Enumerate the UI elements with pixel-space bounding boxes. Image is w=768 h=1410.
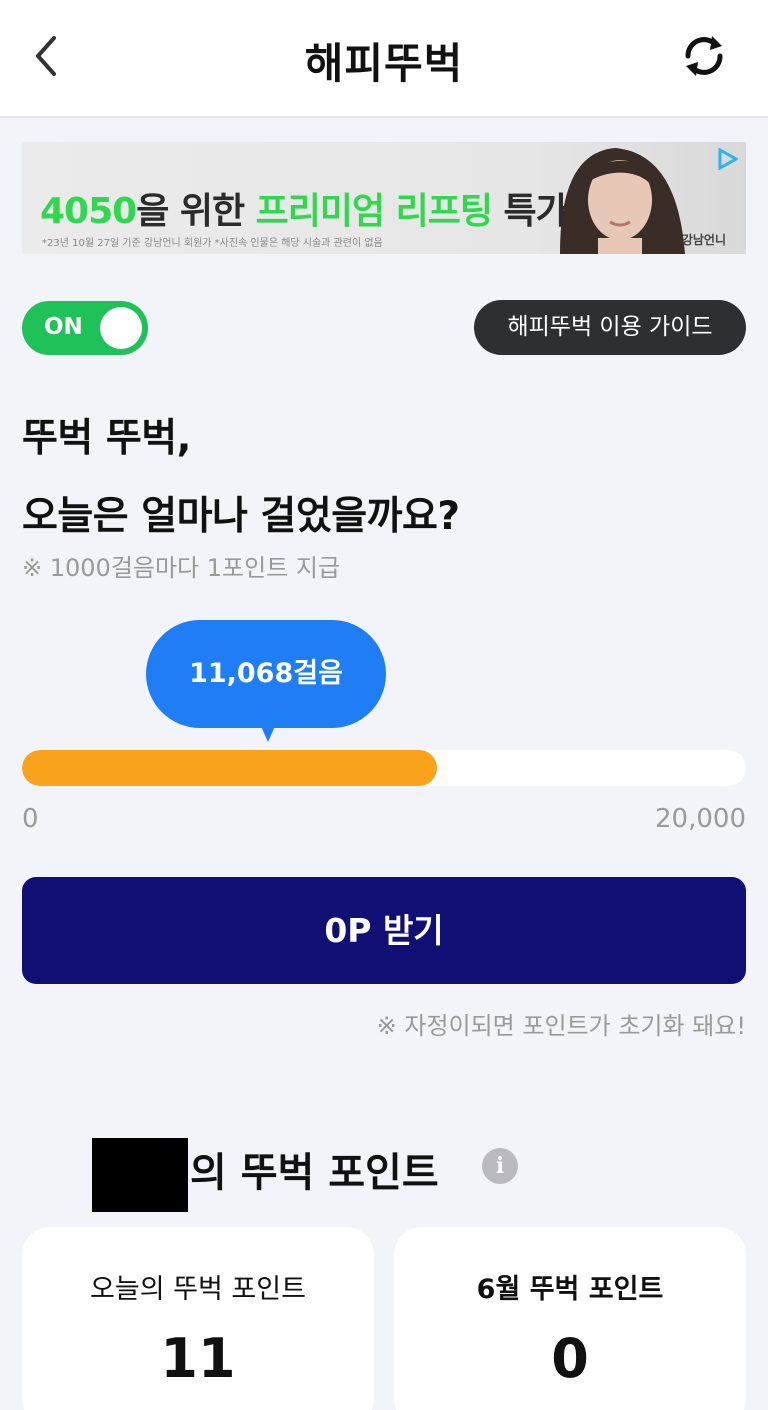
month-points-label: 6월 뚜벅 포인트 — [476, 1274, 664, 1305]
ad-headline: 4050을 위한 프리미엄 리프팅 특가 — [40, 182, 569, 234]
ad-banner[interactable]: 4050을 위한 프리미엄 리프팅 특가 *23년 10월 27일 기준 강남언… — [22, 142, 746, 254]
points-title-text: 의 뚜벅 포인트 — [190, 1150, 439, 1196]
ad-fine-print: *23년 10월 27일 기준 강남언니 회원가 *사진속 인물은 해당 시술과… — [42, 238, 383, 249]
step-progress-bar — [22, 750, 746, 786]
ad-choices-icon[interactable] — [716, 147, 740, 171]
reward-notice: ※ 1000걸음마다 1포인트 지급 — [22, 554, 341, 582]
pedometer-toggle[interactable]: ON — [22, 301, 148, 355]
usage-guide-button[interactable]: 해피뚜벅 이용 가이드 — [474, 300, 746, 355]
month-points-value: 0 — [551, 1327, 589, 1390]
today-points-label: 오늘의 뚜벅 포인트 — [90, 1274, 306, 1305]
reset-notice: ※ 자정이되면 포인트가 초기화 돼요! — [376, 1012, 746, 1040]
bubble-tail — [261, 726, 275, 742]
refresh-icon[interactable] — [678, 30, 730, 82]
step-progress-fill — [22, 750, 437, 786]
progress-max-label: 20,000 — [655, 804, 746, 834]
toggle-label: ON — [44, 314, 83, 340]
ad-model-photo — [540, 142, 690, 254]
main-headline: 뚜벅 뚜벅, 오늘은 얼마나 걸었을까요? — [22, 400, 460, 556]
claim-points-button[interactable]: 0P 받기 — [22, 877, 746, 984]
app-header: 해피뚜벅 — [0, 0, 768, 118]
progress-min-label: 0 — [22, 804, 39, 834]
ad-headline-number: 4050 — [40, 191, 137, 232]
info-icon[interactable]: i — [482, 1148, 518, 1184]
headline-line-2: 오늘은 얼마나 걸었을까요? — [22, 494, 460, 539]
step-count-bubble: 11,068걸음 — [146, 620, 386, 728]
today-points-card: 오늘의 뚜벅 포인트 11 — [22, 1227, 374, 1410]
month-points-card: 6월 뚜벅 포인트 0 — [394, 1227, 746, 1410]
headline-line-1: 뚜벅 뚜벅, — [22, 416, 191, 461]
redacted-username — [92, 1138, 188, 1212]
ad-headline-text: 을 위한 — [136, 191, 256, 232]
page-title: 해피뚜벅 — [304, 39, 464, 88]
today-points-value: 11 — [160, 1327, 236, 1390]
ad-headline-highlight: 프리미엄 리프팅 — [255, 191, 493, 232]
toggle-knob — [100, 307, 142, 349]
ad-brand: 강남언니 — [681, 233, 726, 247]
